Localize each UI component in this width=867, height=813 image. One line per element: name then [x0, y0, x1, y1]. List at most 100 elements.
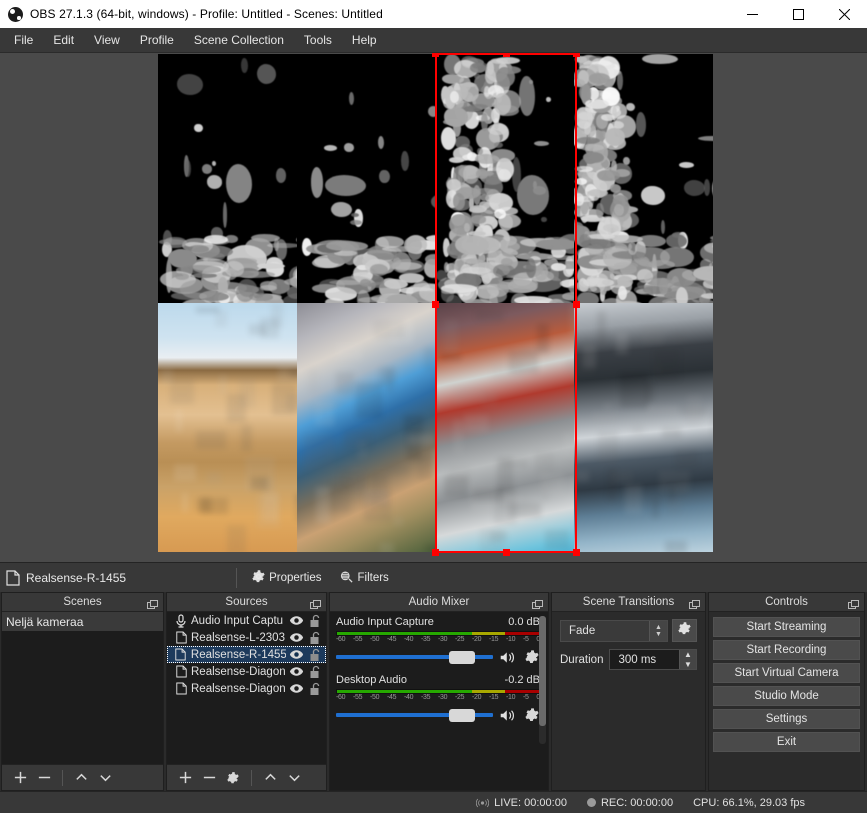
- tick-label: -5: [523, 694, 529, 701]
- add-scene-button[interactable]: [9, 767, 31, 789]
- volume-slider[interactable]: [336, 707, 493, 723]
- selection-handle-middle-left[interactable]: [432, 301, 439, 308]
- menu-profile[interactable]: Profile: [130, 30, 184, 50]
- mixer-channel-desktop-audio[interactable]: Desktop Audio -0.2 dB -60 -55 -50 -45 -4…: [336, 674, 540, 723]
- scenes-list[interactable]: Neljä kameraa: [2, 612, 163, 764]
- rgb-view-center-right[interactable]: [435, 303, 575, 552]
- source-item-audio-input-capture[interactable]: Audio Input Captu: [167, 612, 326, 629]
- speaker-icon[interactable]: [499, 708, 518, 723]
- scene-item-selected[interactable]: Neljä kameraa: [2, 612, 163, 631]
- sources-list[interactable]: Audio Input Captu Realsense-L-2303 Reals…: [167, 612, 326, 764]
- tick-label: -35: [421, 636, 431, 643]
- gear-icon[interactable]: [524, 649, 540, 665]
- volume-slider-handle[interactable]: [449, 708, 475, 722]
- properties-button[interactable]: Properties: [251, 569, 321, 587]
- lock-open-icon[interactable]: [306, 631, 326, 645]
- gear-icon[interactable]: [524, 707, 540, 723]
- start-virtual-camera-button[interactable]: Start Virtual Camera: [713, 663, 860, 683]
- scenes-dock: Scenes Neljä kameraa: [1, 592, 164, 791]
- duration-stepper[interactable]: ▲ ▼: [679, 650, 696, 669]
- tick-label: -55: [353, 636, 363, 643]
- exit-button[interactable]: Exit: [713, 732, 860, 752]
- lock-open-icon[interactable]: [306, 648, 326, 662]
- selection-handle-top-left[interactable]: [432, 53, 439, 57]
- move-source-down-button[interactable]: [283, 767, 305, 789]
- selection-handle-top-right[interactable]: [573, 53, 580, 57]
- add-source-button[interactable]: [174, 767, 196, 789]
- menu-view[interactable]: View: [84, 30, 130, 50]
- source-item-label: Audio Input Captu: [191, 614, 284, 627]
- tick-label: -50: [370, 636, 380, 643]
- lock-open-icon[interactable]: [306, 665, 326, 679]
- undock-icon[interactable]: [310, 597, 321, 609]
- audio-mixer-scrollbar[interactable]: [539, 616, 546, 744]
- depth-view-left[interactable]: [158, 54, 297, 303]
- chevron-up-icon[interactable]: ▲: [680, 650, 696, 660]
- mixer-channel-audio-input-capture[interactable]: Audio Input Capture 0.0 dB -60 -55 -50 -…: [336, 616, 540, 665]
- studio-mode-button[interactable]: Studio Mode: [713, 686, 860, 706]
- selection-handle-bottom-center[interactable]: [503, 549, 510, 556]
- menu-file[interactable]: File: [4, 30, 43, 50]
- remove-source-button[interactable]: [198, 767, 220, 789]
- move-source-up-button[interactable]: [259, 767, 281, 789]
- status-bar: LIVE: 00:00:00 REC: 00:00:00 CPU: 66.1%,…: [0, 791, 867, 813]
- menu-tools[interactable]: Tools: [294, 30, 342, 50]
- volume-slider-handle[interactable]: [449, 650, 475, 664]
- undock-icon[interactable]: [689, 597, 700, 609]
- move-scene-up-button[interactable]: [70, 767, 92, 789]
- eye-icon[interactable]: [286, 649, 306, 660]
- transition-select[interactable]: Fade ▲ ▼: [560, 619, 668, 642]
- start-streaming-button[interactable]: Start Streaming: [713, 617, 860, 637]
- selection-handle-top-center[interactable]: [503, 53, 510, 57]
- close-icon[interactable]: [821, 0, 867, 28]
- tick-label: -20: [472, 636, 482, 643]
- undock-icon[interactable]: [532, 597, 543, 609]
- chevron-updown-icon[interactable]: ▲ ▼: [649, 620, 667, 641]
- eye-icon[interactable]: [286, 683, 306, 694]
- rgb-view-center-left[interactable]: [296, 303, 436, 552]
- menu-scene-collection[interactable]: Scene Collection: [184, 30, 294, 50]
- eye-icon[interactable]: [286, 666, 306, 677]
- live-status: LIVE: 00:00:00: [476, 797, 567, 809]
- speaker-icon[interactable]: [499, 650, 518, 665]
- menu-edit[interactable]: Edit: [43, 30, 84, 50]
- menu-help[interactable]: Help: [342, 30, 387, 50]
- duration-input[interactable]: 300 ms ▲ ▼: [609, 649, 697, 670]
- undock-icon[interactable]: [848, 597, 859, 609]
- chevron-down-icon[interactable]: ▼: [680, 660, 696, 670]
- file-icon: [171, 631, 191, 644]
- preview-area[interactable]: [0, 53, 867, 562]
- depth-view-right[interactable]: [574, 54, 713, 303]
- filters-button[interactable]: Filters: [339, 569, 389, 587]
- transition-properties-button[interactable]: [672, 619, 697, 642]
- eye-icon[interactable]: [286, 632, 306, 643]
- undock-icon[interactable]: [147, 597, 158, 609]
- selection-handle-middle-right[interactable]: [573, 301, 580, 308]
- settings-button[interactable]: Settings: [713, 709, 860, 729]
- maximize-icon[interactable]: [775, 0, 821, 28]
- source-item-realsense-r-1455[interactable]: Realsense-R-1455: [167, 646, 326, 663]
- controls-title-label: Controls: [765, 596, 808, 608]
- minimize-icon[interactable]: [729, 0, 775, 28]
- volume-slider[interactable]: [336, 649, 493, 665]
- dock-row: Scenes Neljä kameraa Sources Audio Input…: [0, 592, 867, 791]
- rgb-view-right[interactable]: [574, 303, 713, 552]
- rec-status: REC: 00:00:00: [586, 797, 673, 809]
- menu-bar: File Edit View Profile Scene Collection …: [0, 28, 867, 53]
- lock-open-icon[interactable]: [306, 682, 326, 696]
- source-properties-button[interactable]: [222, 767, 244, 789]
- depth-view-center-right[interactable]: [435, 54, 575, 303]
- start-recording-button[interactable]: Start Recording: [713, 640, 860, 660]
- eye-icon[interactable]: [286, 615, 306, 626]
- move-scene-down-button[interactable]: [94, 767, 116, 789]
- duration-value: 300 ms: [618, 653, 657, 666]
- remove-scene-button[interactable]: [33, 767, 55, 789]
- source-item-realsense-diagonal-2[interactable]: Realsense-Diagon: [167, 680, 326, 697]
- selection-handle-bottom-right[interactable]: [573, 549, 580, 556]
- source-item-realsense-l-2303[interactable]: Realsense-L-2303: [167, 629, 326, 646]
- selection-handle-bottom-left[interactable]: [432, 549, 439, 556]
- source-item-realsense-diagonal-1[interactable]: Realsense-Diagon: [167, 663, 326, 680]
- lock-open-icon[interactable]: [306, 614, 326, 628]
- rgb-view-left[interactable]: [158, 303, 297, 552]
- depth-view-center-left[interactable]: [296, 54, 436, 303]
